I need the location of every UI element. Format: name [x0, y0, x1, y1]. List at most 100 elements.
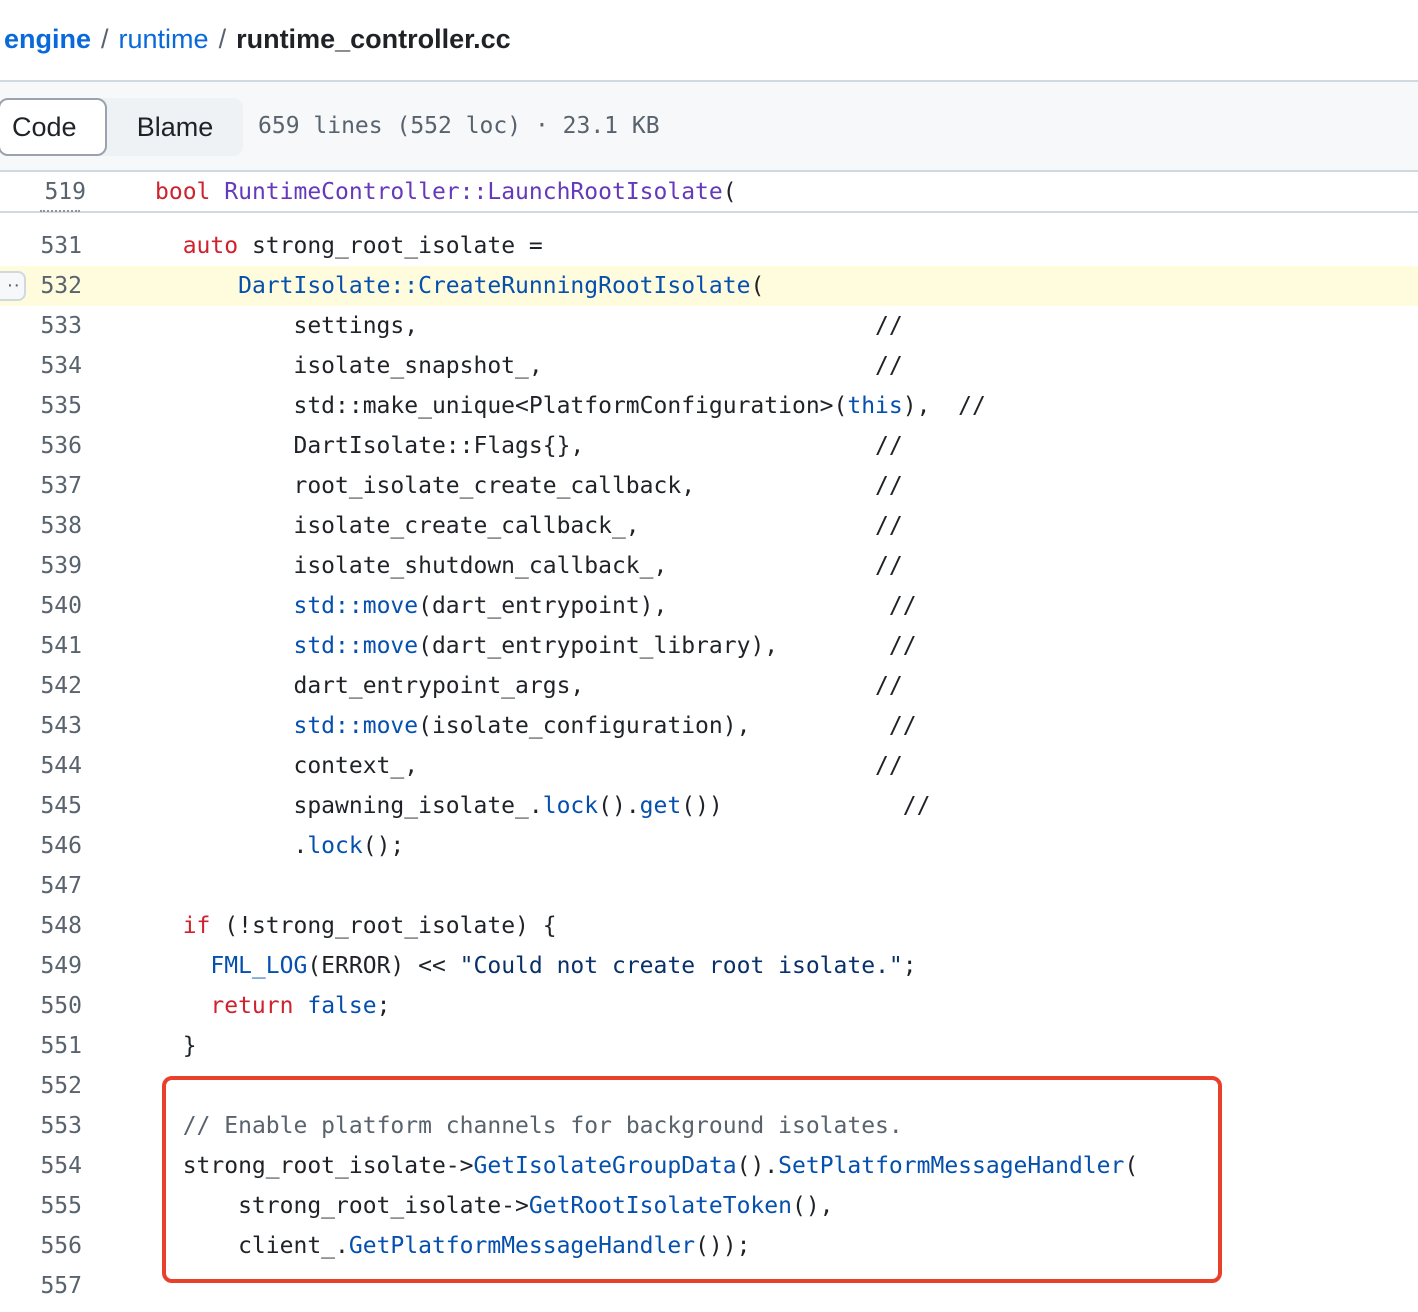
line-number[interactable]: 556	[0, 1226, 82, 1266]
line-number[interactable]: 544	[0, 746, 82, 786]
line-number[interactable]: 550	[0, 986, 82, 1026]
code-token: ().	[736, 1153, 779, 1179]
line-number[interactable]: 549	[0, 946, 82, 986]
code-tab[interactable]: Code	[0, 98, 107, 156]
line-number[interactable]: 553	[0, 1106, 82, 1146]
line-code-text: dart_entrypoint_args, //	[155, 666, 902, 706]
code-line[interactable]: 545 spawning_isolate_.lock().get()) //	[0, 786, 1418, 826]
code-line[interactable]: 554 strong_root_isolate->GetIsolateGroup…	[0, 1146, 1418, 1186]
code-token: lock	[542, 793, 599, 819]
line-number[interactable]: 555	[0, 1186, 82, 1226]
code-token: DartIsolate::CreateRunningRootIsolate	[238, 273, 751, 299]
line-number[interactable]: 546	[0, 826, 82, 866]
line-number[interactable]: 533	[0, 306, 82, 346]
code-token: false	[307, 993, 377, 1019]
line-code-text: spawning_isolate_.lock().get()) //	[155, 786, 930, 826]
line-code-text: auto strong_root_isolate =	[155, 226, 543, 266]
code-token: get	[639, 793, 682, 819]
code-line[interactable]: 553 // Enable platform channels for back…	[0, 1106, 1418, 1146]
code-token: settings, //	[155, 313, 903, 339]
sticky-scope-header[interactable]: 519 bool RuntimeController::LaunchRootIs…	[0, 172, 1418, 213]
collapsed-lines-divider	[40, 210, 80, 218]
code-token: client_.	[155, 1233, 349, 1259]
line-number[interactable]: 541	[0, 626, 82, 666]
file-toolbar: Code Blame 659 lines (552 loc) · 23.1 KB	[0, 80, 1418, 172]
file-info: 659 lines (552 loc) · 23.1 KB	[258, 113, 660, 139]
line-number[interactable]: 554	[0, 1146, 82, 1186]
code-token: ()) //	[681, 793, 931, 819]
line-number[interactable]: 535	[0, 386, 82, 426]
code-line[interactable]: 531 auto strong_root_isolate =	[0, 226, 1418, 266]
breadcrumb-separator: /	[218, 23, 227, 54]
line-code-text: client_.GetPlatformMessageHandler());	[155, 1226, 750, 1266]
code-token: bool	[155, 179, 225, 205]
line-number[interactable]: 547	[0, 866, 82, 906]
line-number[interactable]: 542	[0, 666, 82, 706]
code-line[interactable]: 556 client_.GetPlatformMessageHandler())…	[0, 1226, 1418, 1266]
line-number[interactable]: 548	[0, 906, 82, 946]
code-token: "Could not create root isolate."	[459, 953, 903, 979]
line-number[interactable]: 537	[0, 466, 82, 506]
code-token: ;	[376, 993, 391, 1019]
code-line[interactable]: 557	[0, 1266, 1418, 1306]
code-line[interactable]: 536 DartIsolate::Flags{}, //	[0, 426, 1418, 466]
code-token: GetRootIsolateToken	[528, 1193, 792, 1219]
code-line[interactable]: 534 isolate_snapshot_, //	[0, 346, 1418, 386]
code-line[interactable]: 547	[0, 866, 1418, 906]
code-line[interactable]: 548 if (!strong_root_isolate) {	[0, 906, 1418, 946]
code-line[interactable]: 551 }	[0, 1026, 1418, 1066]
line-code-text: context_, //	[155, 746, 902, 786]
line-number[interactable]: 534	[0, 346, 82, 386]
code-line[interactable]: 546 .lock();	[0, 826, 1418, 866]
code-token: isolate_shutdown_callback_, //	[155, 553, 903, 579]
line-number[interactable]: 536	[0, 426, 82, 466]
line-number[interactable]: 545	[0, 786, 82, 826]
code-line[interactable]: 538 isolate_create_callback_, //	[0, 506, 1418, 546]
line-number[interactable]: 552	[0, 1066, 82, 1106]
view-mode-toggle: Code Blame	[0, 98, 243, 156]
code-line[interactable]: 544 context_, //	[0, 746, 1418, 786]
code-token: ();	[362, 833, 405, 859]
code-line[interactable]: 555 strong_root_isolate->GetRootIsolateT…	[0, 1186, 1418, 1226]
code-line[interactable]: 540 std::move(dart_entrypoint), //	[0, 586, 1418, 626]
breadcrumb-repo-link[interactable]: engine	[4, 24, 91, 55]
code-line[interactable]: 549 FML_LOG(ERROR) << "Could not create …	[0, 946, 1418, 986]
code-token: (isolate_configuration), //	[418, 713, 917, 739]
line-code-text: isolate_create_callback_, //	[155, 506, 902, 546]
line-number[interactable]: 531	[0, 226, 82, 266]
code-line[interactable]: 539 isolate_shutdown_callback_, //	[0, 546, 1418, 586]
code-line[interactable]: 543 std::move(isolate_configuration), //	[0, 706, 1418, 746]
code-line[interactable]: 537 root_isolate_create_callback, //	[0, 466, 1418, 506]
line-code-text: std::move(dart_entrypoint_library), //	[155, 626, 917, 666]
code-line[interactable]: 533 settings, //	[0, 306, 1418, 346]
code-line[interactable]: 542 dart_entrypoint_args, //	[0, 666, 1418, 706]
code-token: (ERROR) <<	[307, 953, 460, 979]
code-line[interactable]: 541 std::move(dart_entrypoint_library), …	[0, 626, 1418, 666]
code-token: .	[155, 833, 308, 859]
code-line[interactable]: ·· 532 DartIsolate::CreateRunningRootIsol…	[0, 266, 1418, 306]
blame-tab[interactable]: Blame	[107, 98, 243, 156]
line-number[interactable]: 532	[0, 266, 82, 306]
line-number[interactable]: 538	[0, 506, 82, 546]
line-number[interactable]: 543	[0, 706, 82, 746]
code-line[interactable]: 535 std::make_unique<PlatformConfigurati…	[0, 386, 1418, 426]
breadcrumb-dir-link[interactable]: runtime	[119, 24, 209, 55]
line-number[interactable]: 551	[0, 1026, 82, 1066]
line-number[interactable]: 539	[0, 546, 82, 586]
code-token: std::make_unique<PlatformConfiguration>(	[155, 393, 848, 419]
line-number[interactable]: 557	[0, 1266, 82, 1306]
code-line[interactable]: 552	[0, 1066, 1418, 1106]
line-code-text: FML_LOG(ERROR) << "Could not create root…	[155, 946, 916, 986]
line-number[interactable]: 540	[0, 586, 82, 626]
code-token: }	[155, 1033, 197, 1059]
code-line[interactable]: 550 return false;	[0, 986, 1418, 1026]
code-token: (	[1124, 1153, 1139, 1179]
sticky-code-text: bool RuntimeController::LaunchRootIsolat…	[155, 172, 737, 212]
code-token: (dart_entrypoint_library), //	[418, 633, 917, 659]
code-token: SetPlatformMessageHandler	[778, 1153, 1125, 1179]
